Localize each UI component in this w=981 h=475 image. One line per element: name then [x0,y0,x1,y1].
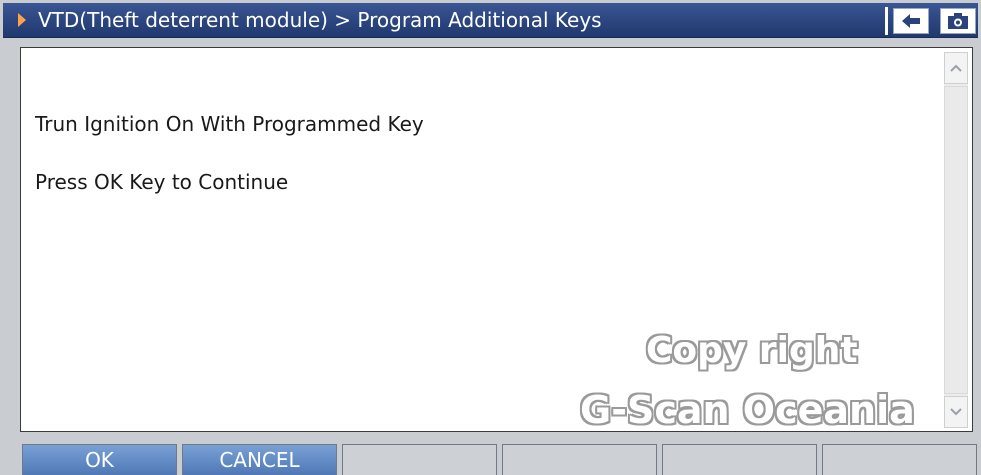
watermark-line-2: G-Scan Oceania [580,388,915,432]
function-key-4[interactable] [502,444,657,475]
scroll-track[interactable] [944,86,968,394]
vertical-scrollbar[interactable] [944,52,968,428]
chevron-up-icon [950,64,962,72]
watermark-line-1: Copy right [646,330,858,371]
back-arrow-icon [902,14,920,28]
function-key-bar: OK CANCEL [0,444,981,475]
page-title: VTD(Theft deterrent module) > Program Ad… [38,8,602,32]
back-button[interactable] [893,8,929,34]
scroll-down-button[interactable] [944,396,968,428]
function-key-3[interactable] [342,444,497,475]
function-key-5[interactable] [662,444,817,475]
instruction-line-1: Trun Ignition On With Programmed Key [35,112,424,136]
scroll-up-button[interactable] [944,52,968,84]
instruction-line-2: Press OK Key to Continue [35,170,289,194]
ok-button[interactable]: OK [22,444,177,475]
message-panel: Trun Ignition On With Programmed Key Pre… [20,47,973,432]
function-key-6[interactable] [822,444,977,475]
cancel-button[interactable]: CANCEL [182,444,337,475]
play-arrow-icon [18,13,26,27]
screenshot-button[interactable] [940,8,976,34]
title-separator [885,7,888,35]
camera-icon [948,13,968,29]
chevron-down-icon [950,408,962,416]
title-bar: VTD(Theft deterrent module) > Program Ad… [3,3,978,38]
app-window: VTD(Theft deterrent module) > Program Ad… [0,0,981,475]
